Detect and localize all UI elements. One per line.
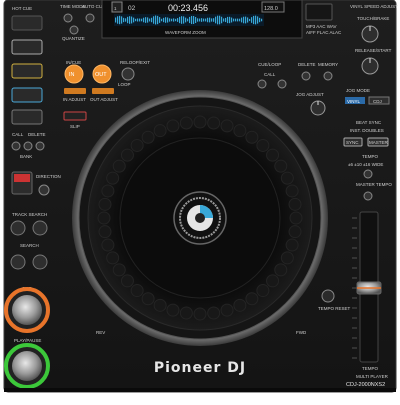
call-right-button[interactable]: [23, 141, 33, 151]
vinyl-speed-label: VINYL SPEED ADJUST: [350, 4, 398, 9]
reloop-label: RELOOP/EXIT: [120, 60, 150, 65]
search-label: SEARCH: [20, 243, 39, 248]
media-slot[interactable]: [305, 3, 333, 21]
auto-cue-button[interactable]: [85, 13, 95, 23]
tempo-reset-label: TEMPO RESET: [318, 306, 351, 311]
svg-text:SYNC: SYNC: [346, 140, 359, 145]
pioneer-dj-logo: Pioneer DJ: [154, 360, 246, 376]
loop-exit-button[interactable]: [63, 111, 87, 121]
svg-text:MASTER: MASTER: [369, 140, 389, 145]
memory-button[interactable]: [323, 71, 333, 81]
out-adjust-label: OUT ADJUST: [90, 97, 118, 102]
jog-mode-label: JOG MODE: [346, 88, 370, 93]
search-back-button[interactable]: [10, 254, 26, 270]
hot-cue-c-button[interactable]: [11, 63, 43, 79]
master-tempo-label: MASTER TEMPO: [356, 182, 392, 187]
cue-loop-call-label: CALL: [264, 72, 276, 77]
fwd-label: FWD: [296, 330, 307, 335]
model-line-label: MULTI PLAYER: [356, 374, 389, 379]
call-left-button[interactable]: [11, 141, 21, 151]
hot-cue-b-button[interactable]: [11, 39, 43, 55]
format-line-2: AIFF FLAC ALAC: [306, 30, 342, 35]
hot-cue-a-button[interactable]: [11, 15, 43, 31]
track-search-back-button[interactable]: [10, 220, 26, 236]
release-start-label: RELEASE/START: [355, 48, 392, 53]
delete-label: DELETE: [298, 62, 316, 67]
memory-label: MEMORY: [318, 62, 338, 67]
format-line-1: MP3 AAC WAV: [306, 24, 337, 29]
track-search-label: TRACK SEARCH: [12, 212, 47, 217]
cue-loop-call-forward[interactable]: [277, 79, 287, 89]
hot-cue-d-button[interactable]: [11, 87, 43, 103]
direction-label: DIRECTION: [36, 174, 61, 179]
svg-text:CDJ: CDJ: [373, 99, 382, 104]
svg-text:VINYL: VINYL: [347, 99, 361, 104]
touch-brake-label: TOUCH/BRAKE: [357, 16, 389, 21]
tempo-label: TEMPO: [362, 154, 379, 159]
beat-sync-label: BEAT SYNC: [356, 120, 382, 125]
loop-out-label: OUT: [95, 72, 107, 78]
delete-button[interactable]: [35, 141, 45, 151]
call-label-left: CALL: [12, 132, 24, 137]
play-pause-label: PLAY/PAUSE: [14, 338, 41, 343]
tempo-fader-label: TEMPO: [362, 366, 379, 371]
time-display: 00:23.456: [168, 3, 208, 13]
search-forward-button[interactable]: [32, 254, 48, 270]
quantize-button[interactable]: [69, 25, 79, 35]
quantize-label: QUANTIZE: [62, 36, 85, 41]
delete-cue-button[interactable]: [301, 71, 311, 81]
track-number: 02: [128, 5, 136, 12]
reloop-exit-button[interactable]: [121, 67, 135, 81]
svg-text:IN/CUE: IN/CUE: [66, 60, 81, 65]
hot-cue-label: HOT CUE: [12, 6, 32, 11]
svg-text:128.0: 128.0: [264, 6, 278, 12]
jog-adjust-label: JOG ADJUST: [296, 92, 324, 97]
slip-label: SLIP: [70, 124, 80, 129]
time-mode-button[interactable]: [63, 13, 73, 23]
in-adjust-label: IN ADJUST: [63, 97, 86, 102]
model-name: CDJ-2000NXS2: [346, 382, 385, 388]
tempo-range-button[interactable]: [363, 169, 373, 179]
display-sub-label: WAVEFORM ZOOM: [165, 30, 206, 35]
master-tempo-button[interactable]: [363, 191, 373, 201]
tempo-range-label: ±6 ±10 ±16 WIDE: [348, 162, 383, 167]
rev-label: REV: [96, 330, 105, 335]
tempo-reset-button[interactable]: [321, 289, 335, 303]
loop-label: LOOP: [118, 82, 131, 87]
track-search-forward-button[interactable]: [32, 220, 48, 236]
delete-label-left: DELETE: [28, 132, 46, 137]
bank-label: BANK: [20, 154, 32, 159]
jog-center-display: [173, 191, 227, 245]
slip-reverse-button[interactable]: [38, 184, 50, 196]
hot-cue-e-button[interactable]: [11, 109, 43, 125]
loop-in-label: IN: [69, 72, 75, 78]
cue-loop-label: CUE/LOOP: [258, 62, 281, 67]
in-adjust-button[interactable]: [64, 88, 86, 94]
out-adjust-button[interactable]: [92, 88, 114, 94]
inst-doubles-label: INST. DOUBLES: [350, 128, 384, 133]
cdj-player-unit: HOT CUE CALL DELETE BANK DIRECTION TRACK…: [0, 0, 400, 400]
cue-loop-call-back[interactable]: [257, 79, 267, 89]
